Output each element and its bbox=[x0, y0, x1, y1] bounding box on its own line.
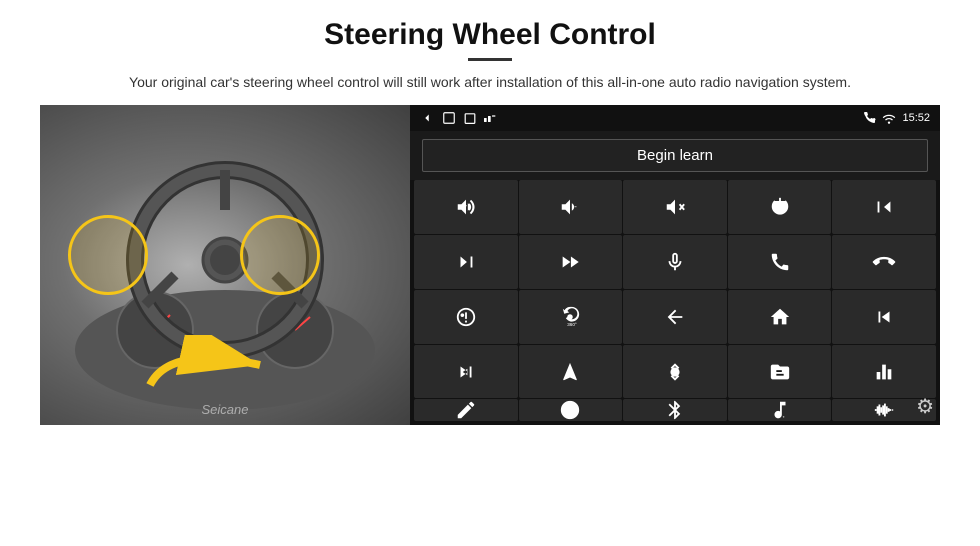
car-image-inner: Seicane bbox=[40, 105, 410, 425]
page-subtitle: Your original car's steering wheel contr… bbox=[129, 71, 851, 93]
svg-text:360°: 360° bbox=[568, 322, 578, 327]
camera-button[interactable] bbox=[414, 290, 518, 344]
svg-text:+: + bbox=[463, 201, 467, 210]
android-panel: 15:52 Begin learn + - bbox=[410, 105, 940, 425]
page-title: Steering Wheel Control bbox=[324, 18, 656, 52]
wifi-icon bbox=[882, 112, 896, 124]
microphone-button[interactable] bbox=[623, 235, 727, 289]
gear-icon[interactable]: ⚙ bbox=[916, 394, 934, 419]
arrow-svg bbox=[140, 335, 280, 395]
power-button[interactable] bbox=[728, 180, 832, 234]
folder-button[interactable] bbox=[728, 345, 832, 399]
main-page: Steering Wheel Control Your original car… bbox=[0, 0, 980, 546]
360-view-button[interactable]: 360° bbox=[519, 290, 623, 344]
watermark: Seicane bbox=[202, 402, 249, 417]
begin-learn-button[interactable]: Begin learn bbox=[422, 139, 928, 172]
content-row: Seicane bbox=[40, 105, 940, 425]
bluetooth-button[interactable] bbox=[623, 399, 727, 421]
recents-icon bbox=[464, 111, 476, 125]
navigation-button[interactable] bbox=[519, 345, 623, 399]
status-time: 15:52 bbox=[902, 112, 930, 124]
signal-icon bbox=[484, 113, 500, 123]
back-icon bbox=[420, 111, 434, 125]
volume-mute-button[interactable] bbox=[623, 180, 727, 234]
status-left bbox=[420, 111, 500, 125]
begin-learn-row: Begin learn bbox=[410, 131, 940, 180]
back-nav-button[interactable] bbox=[623, 290, 727, 344]
car-image: Seicane bbox=[40, 105, 410, 425]
phone-status-icon bbox=[864, 111, 876, 125]
rewind-button[interactable] bbox=[832, 290, 936, 344]
svg-text:*: * bbox=[782, 416, 784, 421]
fast-forward-button[interactable] bbox=[519, 235, 623, 289]
home-icon bbox=[442, 111, 456, 125]
circle-left-highlight bbox=[68, 215, 148, 295]
equalizer-button[interactable] bbox=[832, 345, 936, 399]
swap-button[interactable] bbox=[623, 345, 727, 399]
pencil-button[interactable] bbox=[414, 399, 518, 421]
volume-down-button[interactable]: - bbox=[519, 180, 623, 234]
phone-answer-button[interactable] bbox=[728, 235, 832, 289]
svg-text:-: - bbox=[575, 202, 578, 211]
circular-menu-button[interactable] bbox=[519, 399, 623, 421]
volume-up-button[interactable]: + bbox=[414, 180, 518, 234]
skip-forward-button[interactable] bbox=[414, 345, 518, 399]
next-track-button[interactable] bbox=[414, 235, 518, 289]
phone-hangup-button[interactable] bbox=[832, 235, 936, 289]
music-note-button[interactable]: * bbox=[728, 399, 832, 421]
controls-grid: + - bbox=[410, 180, 940, 425]
status-right: 15:52 bbox=[864, 111, 930, 125]
home-nav-button[interactable] bbox=[728, 290, 832, 344]
circle-right-highlight bbox=[240, 215, 320, 295]
title-underline bbox=[468, 58, 512, 61]
status-bar: 15:52 bbox=[410, 105, 940, 131]
prev-track-button[interactable] bbox=[832, 180, 936, 234]
